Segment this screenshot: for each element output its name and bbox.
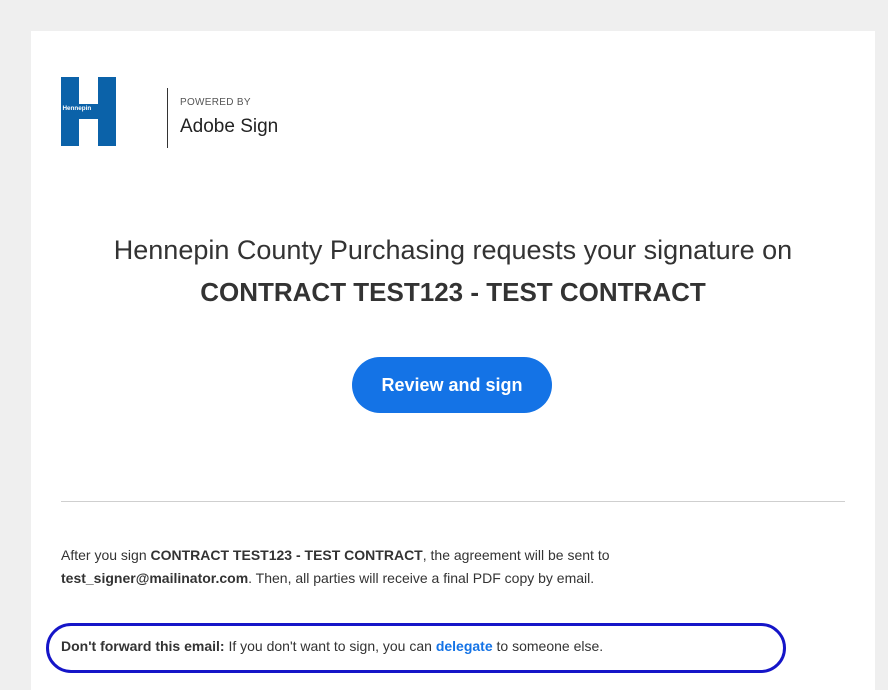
info-text-1: After you sign: [61, 547, 151, 563]
powered-by-label: POWERED BY: [180, 97, 251, 108]
hennepin-logo: Hennepin: [61, 77, 116, 146]
annotation-oval: [46, 623, 786, 673]
info-text-3: . Then, all parties will receive a final…: [248, 570, 595, 586]
contract-title: CONTRACT TEST123 - TEST CONTRACT: [200, 277, 706, 307]
info-paragraph: After you sign CONTRACT TEST123 - TEST C…: [61, 544, 841, 590]
adobe-sign-label: Adobe Sign: [180, 116, 279, 137]
logo-divider: [167, 88, 168, 148]
info-contract-name: CONTRACT TEST123 - TEST CONTRACT: [150, 547, 423, 563]
divider: [61, 501, 845, 502]
signer-email: test_signer@mailinator.com: [61, 570, 249, 586]
review-and-sign-button[interactable]: Review and sign: [352, 357, 552, 413]
info-text-2: , the agreement will be sent to: [422, 547, 610, 563]
logo-brand-text: Hennepin: [63, 105, 92, 112]
signature-request-headline: Hennepin County Purchasing requests your…: [113, 235, 793, 265]
